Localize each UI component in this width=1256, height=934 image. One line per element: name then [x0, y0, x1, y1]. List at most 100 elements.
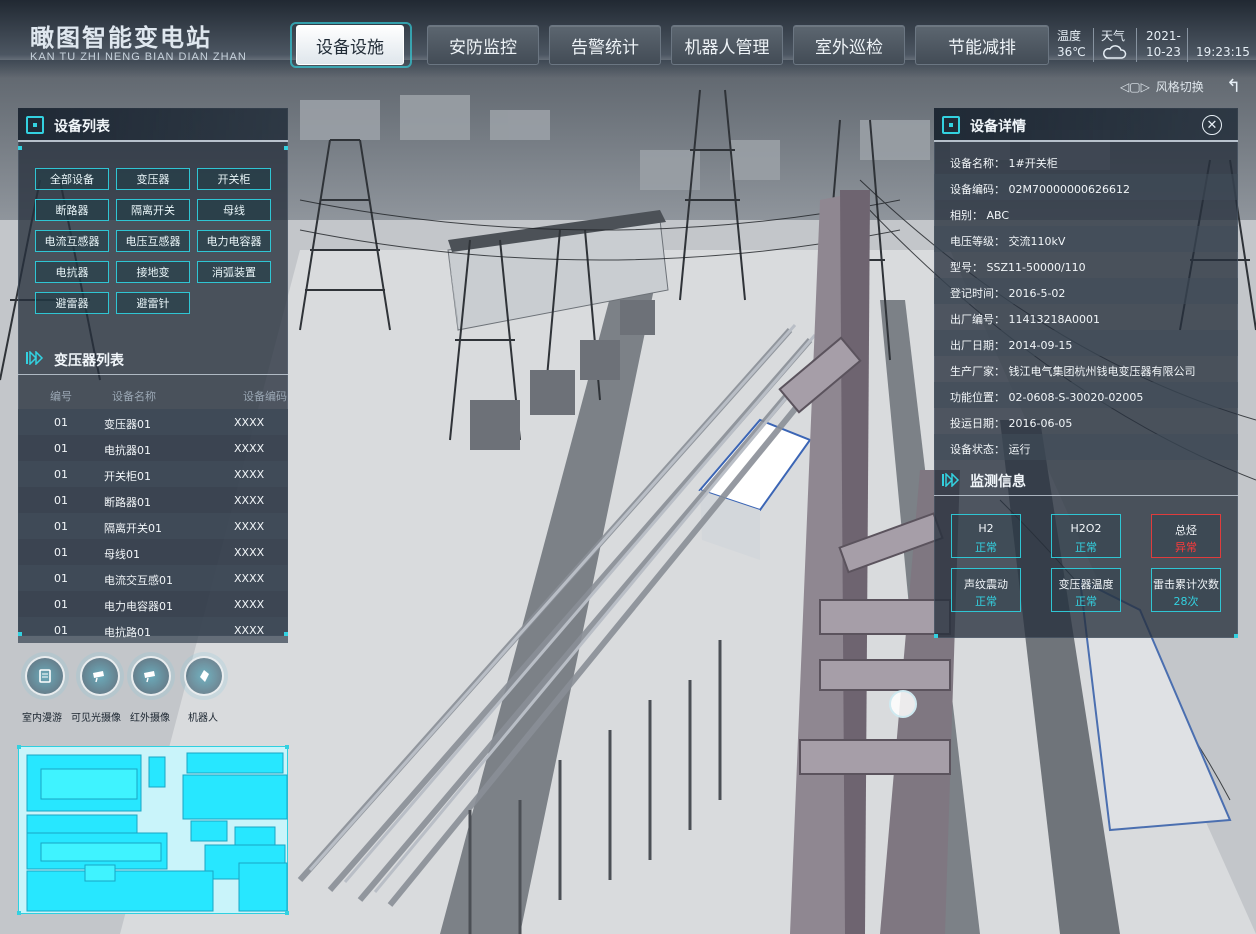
- category-busbar[interactable]: 母线: [197, 199, 271, 221]
- row-device-code: XXXX: [234, 598, 265, 611]
- nav-robot-management[interactable]: 机器人管理: [671, 25, 783, 65]
- camera-icon: [93, 671, 104, 683]
- monitor-item-status: 正常: [1075, 541, 1097, 554]
- nav-label: 机器人管理: [684, 37, 770, 58]
- device-list-title: 设备列表: [54, 119, 110, 135]
- scene-marker-icon[interactable]: [889, 690, 917, 718]
- monitor-item-status: 正常: [975, 595, 997, 608]
- row-id: 01: [54, 494, 68, 507]
- detail-row: 设备编码： 02M70000000626612: [934, 174, 1238, 200]
- row-device-name: 电抗路01: [104, 626, 151, 639]
- cloud-icon: [1101, 44, 1127, 59]
- category-label: 电流互感器: [44, 235, 100, 248]
- monitor-item-status: 正常: [1075, 595, 1097, 608]
- table-row[interactable]: 01 电抗器01 XXXX: [18, 435, 288, 461]
- row-device-name: 断路器01: [104, 496, 151, 509]
- table-row[interactable]: 01 变压器01 XXXX: [18, 409, 288, 435]
- play-arrows-icon: [942, 472, 960, 488]
- detail-text: 登记时间： 2016-5-02: [950, 287, 1066, 300]
- row-device-name: 电力电容器01: [104, 600, 173, 613]
- category-label: 断路器: [55, 204, 89, 217]
- row-device-code: XXXX: [234, 416, 265, 429]
- row-device-code: XXXX: [234, 546, 265, 559]
- detail-text: 功能位置： 02-0608-S-30020-02005: [950, 391, 1144, 404]
- monitor-item[interactable]: 雷击累计次数 28次: [1151, 568, 1221, 612]
- detail-row: 出厂编号： 11413218A0001: [934, 304, 1238, 330]
- monitor-title: 监测信息: [970, 474, 1026, 490]
- monitor-item[interactable]: 总烃 异常: [1151, 514, 1221, 558]
- style-switch-button[interactable]: ◁▢▷ 风格切换: [1120, 78, 1204, 95]
- transformer-list-title: 变压器列表: [54, 353, 124, 369]
- divider: [1093, 28, 1094, 62]
- table-row[interactable]: 01 母线01 XXXX: [18, 539, 288, 565]
- category-disconnector[interactable]: 隔离开关: [116, 199, 190, 221]
- category-voltage-transformer[interactable]: 电压互感器: [116, 230, 190, 252]
- category-power-capacitor[interactable]: 电力电容器: [197, 230, 271, 252]
- col-header-code: 设备编码: [243, 390, 287, 403]
- monitor-item[interactable]: 变压器温度 正常: [1051, 568, 1121, 612]
- category-all-devices[interactable]: 全部设备: [35, 168, 109, 190]
- category-transformer[interactable]: 变压器: [116, 168, 190, 190]
- category-label: 隔离开关: [131, 204, 175, 217]
- category-lightning-rod[interactable]: 避雷针: [116, 292, 190, 314]
- row-id: 01: [54, 468, 68, 481]
- nav-outdoor-inspection[interactable]: 室外巡检: [793, 25, 905, 65]
- divider: [1187, 28, 1188, 62]
- minimap[interactable]: [17, 745, 289, 915]
- close-icon[interactable]: ✕: [1202, 115, 1222, 135]
- nav-device-facilities[interactable]: 设备设施: [296, 25, 404, 65]
- detail-row: 登记时间： 2016-5-02: [934, 278, 1238, 304]
- table-row[interactable]: 01 电流交互感01 XXXX: [18, 565, 288, 591]
- monitor-item[interactable]: 声纹震动 正常: [951, 568, 1021, 612]
- table-row[interactable]: 01 电抗路01 XXXX: [18, 617, 288, 643]
- tool-label-indoor-roam: 室内漫游: [22, 713, 62, 724]
- category-arc-suppression[interactable]: 消弧装置: [197, 261, 271, 283]
- temperature-label: 温度: [1057, 29, 1082, 43]
- camera-icon: [144, 671, 155, 683]
- detail-text: 出厂编号： 11413218A0001: [950, 313, 1101, 326]
- nav-energy-saving[interactable]: 节能减排: [915, 25, 1049, 65]
- divider: [1136, 28, 1137, 62]
- infrared-camera-button[interactable]: [131, 656, 171, 696]
- corner-marker: [17, 911, 21, 915]
- table-row[interactable]: 01 电力电容器01 XXXX: [18, 591, 288, 617]
- monitor-item-name: H2O2: [1070, 522, 1102, 535]
- nav-security-monitoring[interactable]: 安防监控: [427, 25, 539, 65]
- category-grounding-transformer[interactable]: 接地变: [116, 261, 190, 283]
- category-circuit-breaker[interactable]: 断路器: [35, 199, 109, 221]
- table-row[interactable]: 01 开关柜01 XXXX: [18, 461, 288, 487]
- category-surge-arrester[interactable]: 避雷器: [35, 292, 109, 314]
- table-row[interactable]: 01 断路器01 XXXX: [18, 487, 288, 513]
- back-arrow-icon[interactable]: ↰: [1226, 76, 1241, 97]
- detail-row: 型号： SSZ11-50000/110: [934, 252, 1238, 278]
- play-arrows-icon: [26, 350, 44, 366]
- category-label: 电力电容器: [206, 235, 262, 248]
- detail-text: 型号： SSZ11-50000/110: [950, 261, 1086, 274]
- device-detail-header: 设备详情: [934, 108, 1238, 142]
- corner-marker: [17, 745, 21, 749]
- monitor-item[interactable]: H2 正常: [951, 514, 1021, 558]
- indoor-roam-button[interactable]: [25, 656, 65, 696]
- category-label: 开关柜: [217, 173, 251, 186]
- tool-label-infrared-camera: 红外摄像: [130, 713, 170, 724]
- time-value: 19:23:15: [1196, 45, 1250, 59]
- monitor-item-name: 变压器温度: [1058, 578, 1114, 591]
- category-label: 电压互感器: [125, 235, 181, 248]
- visible-camera-button[interactable]: [80, 656, 120, 696]
- robot-button[interactable]: [184, 656, 224, 696]
- category-switchgear[interactable]: 开关柜: [197, 168, 271, 190]
- category-reactor[interactable]: 电抗器: [35, 261, 109, 283]
- detail-text: 生产厂家： 钱江电气集团杭州钱电变压器有限公司: [950, 365, 1196, 378]
- monitor-item-name: H2: [978, 522, 994, 535]
- section-divider: [18, 374, 288, 375]
- monitor-item[interactable]: H2O2 正常: [1051, 514, 1121, 558]
- row-device-code: XXXX: [234, 520, 265, 533]
- nav-alarm-statistics[interactable]: 告警统计: [549, 25, 661, 65]
- detail-row: 相别： ABC: [934, 200, 1238, 226]
- row-device-name: 开关柜01: [104, 470, 151, 483]
- row-id: 01: [54, 624, 68, 637]
- date-month-day: 10-23: [1146, 45, 1181, 59]
- table-row[interactable]: 01 隔离开关01 XXXX: [18, 513, 288, 539]
- corner-marker: [18, 632, 22, 636]
- category-current-transformer[interactable]: 电流互感器: [35, 230, 109, 252]
